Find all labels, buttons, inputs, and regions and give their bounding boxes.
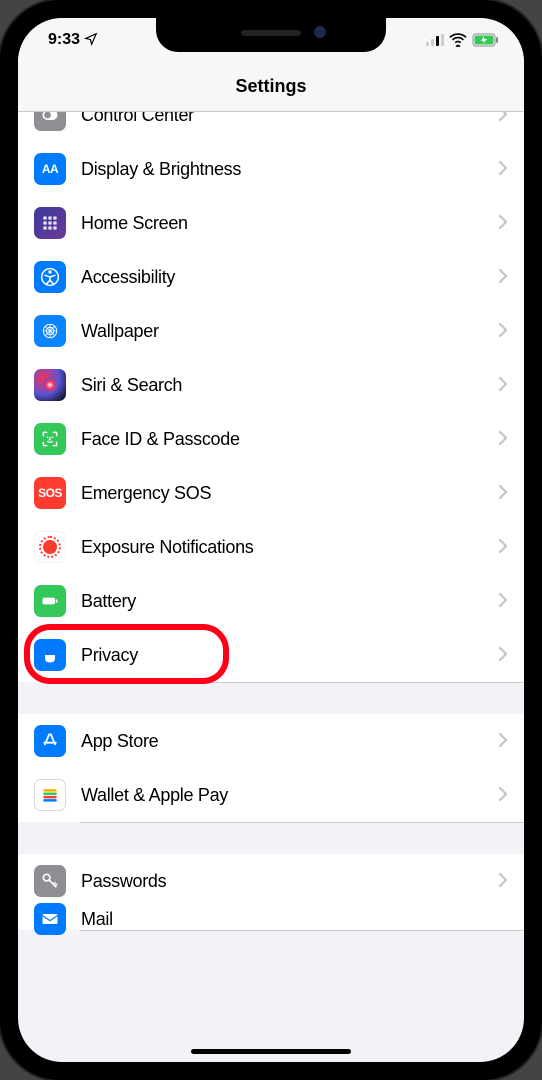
chevron-right-icon xyxy=(498,264,508,290)
row-display-brightness[interactable]: AA Display & Brightness xyxy=(18,142,524,196)
row-privacy[interactable]: Privacy xyxy=(18,628,524,682)
row-home-screen[interactable]: Home Screen xyxy=(18,196,524,250)
chevron-right-icon xyxy=(498,728,508,754)
row-display-brightness-label: Display & Brightness xyxy=(81,159,498,180)
wifi-icon xyxy=(449,33,467,47)
chevron-right-icon xyxy=(498,372,508,398)
phone-frame: 9:33 xyxy=(0,0,542,1080)
chevron-right-icon xyxy=(498,642,508,668)
row-wallet-apple-pay-label: Wallet & Apple Pay xyxy=(81,785,498,806)
appstore-icon xyxy=(34,725,66,757)
privacy-icon xyxy=(34,639,66,671)
battery-charging-icon xyxy=(472,33,500,47)
chevron-right-icon xyxy=(498,588,508,614)
row-wallpaper-label: Wallpaper xyxy=(81,321,498,342)
row-passwords[interactable]: Passwords xyxy=(18,854,524,908)
row-wallet-apple-pay[interactable]: Wallet & Apple Pay xyxy=(18,768,524,822)
page-title: Settings xyxy=(235,76,306,97)
row-wallpaper[interactable]: Wallpaper xyxy=(18,304,524,358)
row-control-center-label: Control Center xyxy=(81,112,498,126)
exposure-icon xyxy=(34,531,66,563)
nav-header: Settings xyxy=(18,62,524,112)
row-exposure-notifications-label: Exposure Notifications xyxy=(81,537,498,558)
row-control-center[interactable]: Control Center xyxy=(18,112,524,142)
row-privacy-label: Privacy xyxy=(81,645,498,666)
sos-icon: SOS xyxy=(34,477,66,509)
row-siri-search[interactable]: Siri & Search xyxy=(18,358,524,412)
location-services-icon xyxy=(84,32,98,49)
home-screen-icon xyxy=(34,207,66,239)
row-siri-search-label: Siri & Search xyxy=(81,375,498,396)
chevron-right-icon xyxy=(498,782,508,808)
control-center-icon xyxy=(34,112,66,131)
notch xyxy=(156,18,386,52)
row-accessibility[interactable]: Accessibility xyxy=(18,250,524,304)
row-app-store[interactable]: App Store xyxy=(18,714,524,768)
mail-icon xyxy=(34,903,66,935)
chevron-right-icon xyxy=(498,480,508,506)
faceid-icon xyxy=(34,423,66,455)
row-home-screen-label: Home Screen xyxy=(81,213,498,234)
screen: 9:33 xyxy=(18,18,524,1062)
section-separator xyxy=(18,682,524,714)
accessibility-icon xyxy=(34,261,66,293)
passwords-icon xyxy=(34,865,66,897)
section-separator xyxy=(18,822,524,854)
row-accessibility-label: Accessibility xyxy=(81,267,498,288)
row-faceid-passcode-label: Face ID & Passcode xyxy=(81,429,498,450)
battery-row-icon xyxy=(34,585,66,617)
wallet-icon xyxy=(34,779,66,811)
row-faceid-passcode[interactable]: Face ID & Passcode xyxy=(18,412,524,466)
display-icon: AA xyxy=(34,153,66,185)
row-battery[interactable]: Battery xyxy=(18,574,524,628)
row-emergency-sos-label: Emergency SOS xyxy=(81,483,498,504)
row-mail[interactable]: Mail xyxy=(18,908,524,930)
chevron-right-icon xyxy=(498,112,508,128)
chevron-right-icon xyxy=(498,868,508,894)
row-battery-label: Battery xyxy=(81,591,498,612)
row-app-store-label: App Store xyxy=(81,731,498,752)
chevron-right-icon xyxy=(498,210,508,236)
wallpaper-icon xyxy=(34,315,66,347)
row-mail-label: Mail xyxy=(81,909,508,930)
settings-scroll-area[interactable]: Control Center AA Display & Brightness Home… xyxy=(18,112,524,1062)
row-emergency-sos[interactable]: SOS Emergency SOS xyxy=(18,466,524,520)
siri-icon xyxy=(34,369,66,401)
status-time: 9:33 xyxy=(48,31,80,49)
row-passwords-label: Passwords xyxy=(81,871,498,892)
chevron-right-icon xyxy=(498,534,508,560)
chevron-right-icon xyxy=(498,426,508,452)
chevron-right-icon xyxy=(498,318,508,344)
cellular-signal-icon xyxy=(426,34,444,46)
chevron-right-icon xyxy=(498,156,508,182)
home-indicator[interactable] xyxy=(191,1049,351,1054)
row-exposure-notifications[interactable]: Exposure Notifications xyxy=(18,520,524,574)
